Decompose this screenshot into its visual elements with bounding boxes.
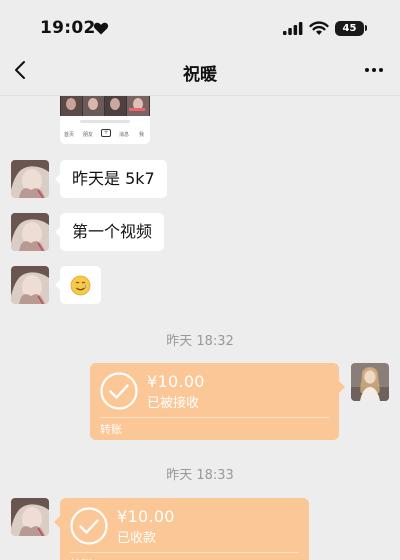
transfer-status: 已被接收 bbox=[147, 396, 200, 411]
transfer-card-received[interactable]: ¥10.00 已收款 转账 bbox=[54, 498, 309, 560]
transfer-received-check-icon bbox=[70, 507, 108, 545]
card-photo-strip bbox=[60, 96, 150, 116]
status-time: 19:02 bbox=[40, 18, 96, 38]
card-tab-add: + bbox=[101, 129, 111, 137]
card-caption-line bbox=[80, 120, 130, 123]
card-tab-home: 首页 bbox=[64, 132, 75, 138]
message-bubble[interactable]: 昨天是 5k7 bbox=[55, 160, 167, 198]
chat-messages[interactable]: 首页 朋友 + 消息 我 昨天是 5k7 第一个视频 昨天 18:32 ¥10.… bbox=[0, 96, 400, 560]
emoji-message-bubble[interactable] bbox=[55, 266, 101, 304]
chat-header: 祝暖 bbox=[0, 46, 400, 96]
wifi-icon bbox=[309, 21, 329, 35]
contact-avatar[interactable] bbox=[11, 266, 49, 304]
transfer-divider bbox=[70, 552, 299, 553]
card-tab-me: 我 bbox=[139, 132, 145, 138]
contact-avatar[interactable] bbox=[11, 498, 49, 536]
message-bubble[interactable]: 第一个视频 bbox=[54, 213, 165, 251]
transfer-amount: ¥10.00 bbox=[117, 507, 175, 526]
message-timestamp: 昨天 18:32 bbox=[166, 334, 234, 349]
transfer-status: 已收款 bbox=[117, 531, 157, 546]
card-tab-bar: 首页 朋友 + 消息 我 bbox=[60, 129, 150, 141]
transfer-label: 转账 bbox=[70, 556, 92, 560]
status-bar: 19:02 45 bbox=[0, 0, 400, 46]
cellular-signal-icon bbox=[283, 22, 303, 35]
card-tab-friends: 朋友 bbox=[83, 132, 94, 138]
battery-nub bbox=[365, 25, 367, 31]
contact-avatar[interactable] bbox=[11, 213, 49, 251]
chat-title: 祝暖 bbox=[183, 65, 217, 85]
transfer-card-sent[interactable]: ¥10.00 已被接收 转账 bbox=[90, 363, 345, 440]
message-timestamp: 昨天 18:33 bbox=[166, 468, 234, 483]
transfer-divider bbox=[100, 417, 329, 418]
contact-avatar[interactable] bbox=[11, 160, 49, 198]
transfer-accepted-check-icon bbox=[100, 372, 138, 410]
battery-indicator: 45 bbox=[335, 21, 364, 36]
my-avatar[interactable] bbox=[351, 363, 389, 401]
transfer-label: 转账 bbox=[100, 423, 122, 436]
transfer-amount: ¥10.00 bbox=[147, 372, 205, 391]
tearful-smile-emoji-icon bbox=[70, 275, 91, 296]
card-tab-messages: 消息 bbox=[119, 132, 130, 138]
shared-screenshot-card[interactable]: 首页 朋友 + 消息 我 bbox=[60, 96, 150, 144]
more-options-icon[interactable] bbox=[362, 58, 386, 82]
heart-icon bbox=[93, 22, 109, 35]
